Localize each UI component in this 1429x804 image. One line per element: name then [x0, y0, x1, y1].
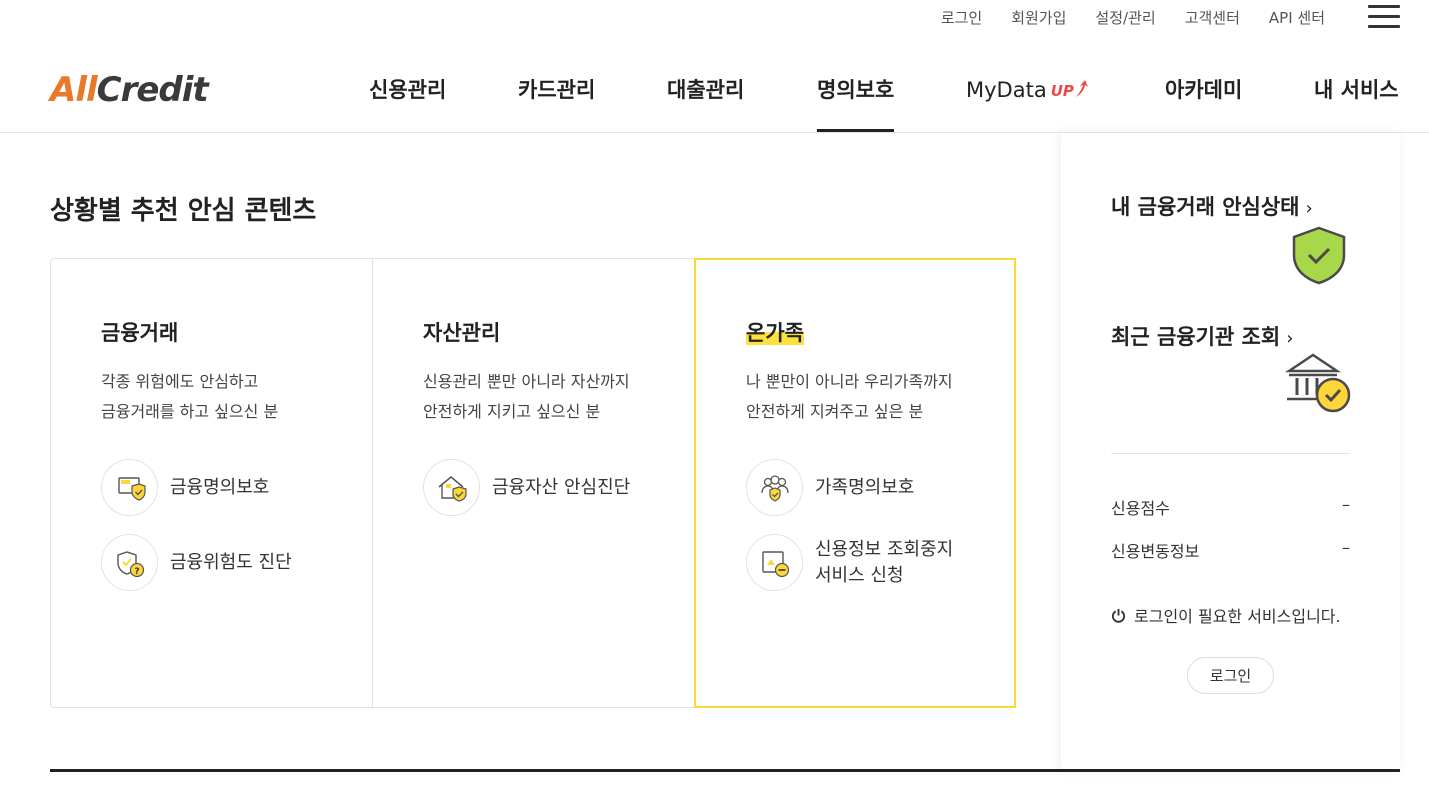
link-financial-identity-protection[interactable]: 금융명의보호: [101, 459, 372, 516]
mydata-up-text: UP: [1050, 82, 1074, 100]
shield-warning-icon: ?: [101, 534, 158, 591]
util-api-link[interactable]: API 센터: [1269, 7, 1325, 28]
chevron-right-icon: ›: [1305, 198, 1313, 219]
recent-institution-link[interactable]: 최근 금융기관 조회 ›: [1111, 321, 1293, 351]
nav-identity-protection[interactable]: 명의보호: [817, 60, 895, 132]
card-desc: 안전하게 지키고 싶으신 분: [423, 402, 601, 421]
recommend-cards: 금융거래 각종 위험에도 안심하고 금융거래를 하고 싶으신 분 금융명의보호: [50, 258, 1016, 708]
side-panel: 내 금융거래 안심상태 › 최근 금융기관 조회 › 신용점수 – 신용변동정보 –…: [1061, 133, 1400, 770]
credit-change-value: –: [1342, 538, 1350, 557]
menu-icon[interactable]: [1368, 5, 1400, 29]
link-label-line1: 신용정보 조회중지: [815, 538, 954, 560]
util-settings-link[interactable]: 설정/관리: [1095, 7, 1155, 28]
menu-bar: [1368, 25, 1400, 28]
credit-score-value: –: [1342, 495, 1350, 514]
link-label: 금융자산 안심진단: [492, 476, 631, 498]
card-title: 온가족: [746, 317, 1014, 347]
recent-institution-label: 최근 금융기관 조회: [1111, 325, 1281, 349]
power-icon: [1111, 608, 1126, 623]
util-support-link[interactable]: 고객센터: [1185, 7, 1240, 28]
bottom-divider: [50, 769, 1400, 772]
link-label-line2: 서비스 신청: [815, 564, 904, 586]
nav-my-services[interactable]: 내 서비스: [1314, 60, 1399, 132]
safety-status-label: 내 금융거래 안심상태: [1111, 195, 1300, 219]
nav-mydata-label: MyData: [966, 78, 1047, 102]
card-financial-transaction: 금융거래 각종 위험에도 안심하고 금융거래를 하고 싶으신 분 금융명의보호: [51, 259, 372, 707]
card-title: 금융거래: [101, 321, 179, 345]
menu-bar: [1368, 5, 1400, 8]
card-title: 자산관리: [423, 321, 501, 345]
main-nav: 신용관리 카드관리 대출관리 명의보호 MyData UP 아카데미 내 서비스: [0, 60, 1429, 132]
link-credit-inquiry-block[interactable]: 신용정보 조회중지서비스 신청: [746, 534, 1014, 591]
card-shield-icon: [101, 459, 158, 516]
up-arrow-icon: [1075, 80, 1088, 97]
notice-text: 로그인이 필요한 서비스입니다.: [1134, 607, 1341, 626]
card-title-highlight: 온가족: [746, 321, 804, 345]
svg-text:?: ?: [134, 567, 139, 577]
bank-check-icon: [1285, 353, 1351, 413]
nav-credit-management[interactable]: 신용관리: [369, 60, 446, 132]
nav-academy[interactable]: 아카데미: [1165, 60, 1242, 132]
login-button[interactable]: 로그인: [1187, 657, 1274, 694]
document-block-icon: [746, 534, 803, 591]
utility-bar: 로그인 회원가입 설정/관리 고객센터 API 센터: [941, 0, 1429, 34]
safety-status-link[interactable]: 내 금융거래 안심상태 ›: [1111, 191, 1313, 221]
nav-mydata[interactable]: MyData UP: [966, 60, 1090, 132]
card-whole-family: 온가족 나 뿐만이 아니라 우리가족까지 안전하게 지켜주고 싶은 분 가족명의…: [694, 258, 1016, 708]
side-divider: [1111, 453, 1350, 454]
card-desc: 안전하게 지켜주고 싶은 분: [746, 402, 924, 421]
nav-card-management[interactable]: 카드관리: [518, 60, 595, 132]
link-financial-risk-diagnosis[interactable]: ? 금융위험도 진단: [101, 534, 372, 591]
credit-change-row: 신용변동정보 –: [1111, 538, 1350, 562]
card-desc: 각종 위험에도 안심하고: [101, 372, 259, 391]
section-title: 상황별 추천 안심 콘텐츠: [50, 196, 317, 226]
login-required-notice: 로그인이 필요한 서비스입니다.: [1111, 603, 1341, 627]
card-asset-management: 자산관리 신용관리 뿐만 아니라 자산까지 안전하게 지키고 싶으신 분 금융자…: [372, 259, 693, 707]
nav-loan-management[interactable]: 대출관리: [667, 60, 744, 132]
family-shield-icon: [746, 459, 803, 516]
link-asset-safety-diagnosis[interactable]: 금융자산 안심진단: [423, 459, 693, 516]
link-label: 금융위험도 진단: [170, 551, 292, 573]
util-signup-link[interactable]: 회원가입: [1011, 7, 1066, 28]
chevron-right-icon: ›: [1286, 328, 1294, 349]
card-desc: 신용관리 뿐만 아니라 자산까지: [423, 372, 630, 391]
card-desc: 나 뿐만이 아니라 우리가족까지: [746, 372, 953, 391]
menu-bar: [1368, 15, 1400, 18]
link-label: 금융명의보호: [170, 476, 270, 498]
house-shield-icon: [423, 459, 480, 516]
credit-change-label: 신용변동정보: [1111, 542, 1200, 561]
credit-score-label: 신용점수: [1111, 499, 1170, 518]
link-family-identity-protection[interactable]: 가족명의보호: [746, 459, 1014, 516]
mydata-up-badge: UP: [1051, 61, 1090, 121]
link-label: 신용정보 조회중지서비스 신청: [815, 537, 953, 589]
shield-check-icon: [1292, 226, 1346, 285]
card-desc: 금융거래를 하고 싶으신 분: [101, 402, 279, 421]
credit-score-row: 신용점수 –: [1111, 495, 1350, 519]
util-login-link[interactable]: 로그인: [941, 7, 982, 28]
link-label: 가족명의보호: [815, 476, 915, 498]
